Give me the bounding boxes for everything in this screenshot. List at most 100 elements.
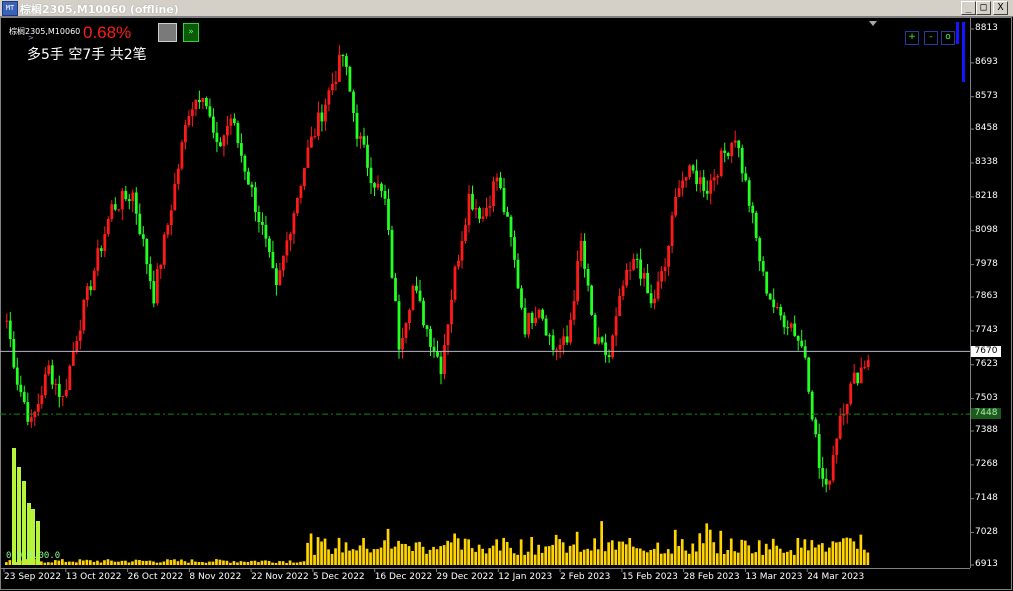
time-tick-label: 24 Mar 2023 (807, 572, 865, 582)
maximize-button[interactable]: □ (976, 1, 991, 15)
volume-bar (666, 549, 670, 565)
panel-toggle-button[interactable] (158, 23, 177, 42)
marked-price-tag: 7448 (971, 408, 1001, 419)
candle-body (481, 216, 485, 219)
volume-bar (316, 537, 320, 565)
candle-body (670, 215, 674, 246)
time-tick-label: 16 Dec 2022 (374, 572, 433, 582)
candle-body (506, 212, 509, 217)
candle-body (148, 264, 152, 282)
candle-body (537, 309, 541, 318)
candle-body (355, 113, 359, 139)
candle-body (212, 116, 215, 133)
candle-body (47, 365, 51, 375)
volume-bar (663, 553, 667, 565)
volume-bar (544, 546, 547, 565)
volume-bar (708, 529, 712, 565)
volume-bar (736, 552, 740, 565)
candle-body (828, 480, 832, 485)
volume-bar (99, 562, 103, 565)
volume-bar (484, 553, 488, 565)
candle-body (184, 125, 187, 143)
price-chart[interactable]: 8813 8693 8573 8458 8338 8218 8098 7978 7863 7743… (0, 17, 1013, 591)
time-tick-label: 13 Mar 2023 (745, 572, 803, 582)
candle-body (453, 266, 457, 300)
expand-button[interactable]: » (183, 23, 199, 42)
candle-body (863, 367, 867, 369)
volume-bar (285, 563, 288, 565)
minimize-button[interactable]: _ (961, 1, 976, 15)
candle-body (411, 285, 415, 311)
candle-body (639, 259, 642, 279)
candle-body (54, 383, 58, 385)
candle-body (36, 404, 40, 412)
volume-bar (306, 542, 309, 565)
volume-bar (145, 560, 148, 565)
candle-body (523, 307, 527, 335)
candle-body (113, 204, 117, 210)
volume-bar (761, 554, 765, 565)
candle-body (586, 269, 590, 286)
volume-bar (838, 541, 842, 565)
candle-body (271, 251, 275, 269)
volume-bar (327, 549, 330, 565)
candle-body (597, 337, 600, 344)
volume-bar (456, 538, 460, 565)
candle-body (306, 147, 310, 168)
zoom-out-button[interactable]: - (924, 31, 938, 45)
volume-bar (295, 562, 299, 565)
volume-bar (218, 559, 222, 565)
volume-bar (477, 544, 481, 565)
candle-body (446, 324, 450, 346)
volume-bar (50, 562, 54, 565)
candle-body (467, 193, 471, 226)
volume-bar (236, 562, 239, 565)
candle-body (460, 241, 464, 261)
price-tick-label: 7503 (975, 392, 998, 403)
volume-bar (610, 540, 614, 565)
zoom-in-button[interactable]: + (905, 31, 919, 45)
candle-body (807, 357, 811, 392)
candle-body (436, 351, 439, 357)
volume-bar (393, 546, 397, 565)
candle-body (751, 205, 755, 213)
volume-bar (208, 561, 211, 565)
volume-bar (754, 552, 758, 565)
volume-bar (75, 562, 78, 565)
candle-body (169, 210, 173, 225)
candle-body (775, 307, 779, 308)
volume-bar (369, 552, 372, 565)
volume-bar (691, 543, 695, 565)
time-tick-label: 15 Feb 2023 (621, 572, 678, 582)
volume-bar (698, 533, 702, 565)
volume-bar (793, 554, 796, 565)
volume-bar (334, 548, 337, 565)
candle-body (492, 181, 495, 206)
candle-body (565, 336, 569, 343)
candle-body (194, 99, 198, 110)
candle-body (632, 258, 635, 270)
blue-marker (962, 22, 965, 82)
volume-bar (726, 550, 730, 565)
candle-body (471, 193, 474, 210)
volume-bar (652, 548, 656, 565)
volume-bar (470, 548, 474, 565)
volume-bar (491, 545, 495, 565)
candle-body (327, 90, 331, 105)
volume-bar (439, 546, 442, 565)
volume-bar (131, 561, 134, 565)
candle-body (558, 345, 562, 350)
close-button[interactable]: X (993, 1, 1008, 15)
price-tick-label: 7028 (975, 526, 998, 537)
volume-bar (355, 550, 358, 565)
candle-body (786, 327, 790, 329)
volume-bar (201, 562, 204, 565)
candle-body (226, 125, 229, 136)
reset-button[interactable]: o (941, 31, 955, 45)
candle-body (131, 192, 135, 202)
time-tick-label: 22 Nov 2022 (251, 572, 309, 582)
volume-bar (628, 538, 632, 565)
volume-bar (187, 562, 190, 565)
volume-bar (502, 537, 505, 565)
candle-body (103, 234, 107, 251)
